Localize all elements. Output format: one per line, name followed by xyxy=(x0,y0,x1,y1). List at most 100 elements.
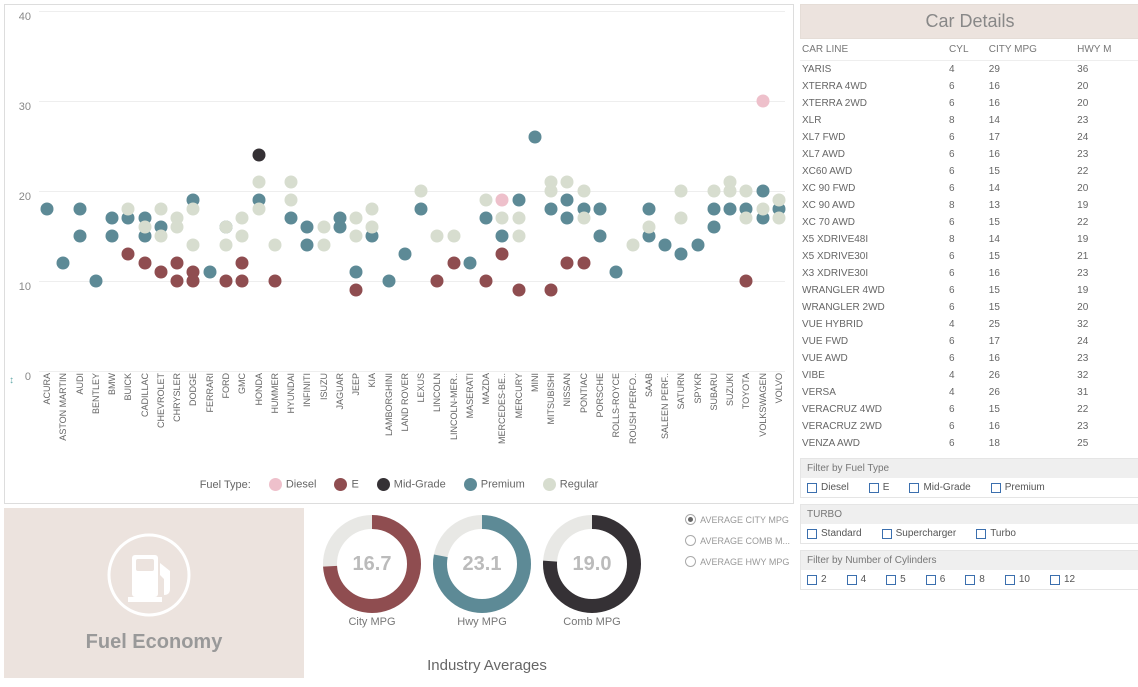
table-row[interactable]: VERACRUZ 4WD61522 xyxy=(800,401,1138,418)
table-row[interactable]: VUE AWD61623 xyxy=(800,350,1138,367)
data-point[interactable] xyxy=(512,194,525,207)
table-row[interactable]: XC 90 AWD81319 xyxy=(800,197,1138,214)
metric-radio[interactable]: AVERAGE HWY MPG xyxy=(685,556,790,567)
data-point[interactable] xyxy=(707,185,720,198)
data-point[interactable] xyxy=(594,230,607,243)
data-point[interactable] xyxy=(220,221,233,234)
table-row[interactable]: XL7 AWD61623 xyxy=(800,146,1138,163)
data-point[interactable] xyxy=(285,212,298,225)
filter-checkbox[interactable]: 2 xyxy=(807,574,827,585)
table-row[interactable]: XTERRA 2WD61620 xyxy=(800,95,1138,112)
data-point[interactable] xyxy=(756,203,769,216)
data-point[interactable] xyxy=(415,185,428,198)
data-point[interactable] xyxy=(220,239,233,252)
data-point[interactable] xyxy=(57,257,70,270)
data-point[interactable] xyxy=(496,230,509,243)
filter-cylinders[interactable]: Filter by Number of Cylinders 245681012 xyxy=(800,550,1138,590)
car-details-table[interactable]: CAR LINECYLCITY MPGHWY M YARIS42936XTERR… xyxy=(800,39,1138,452)
column-header[interactable]: CAR LINE xyxy=(800,39,947,61)
data-point[interactable] xyxy=(236,212,249,225)
table-row[interactable]: VERACRUZ 2WD61623 xyxy=(800,418,1138,435)
data-point[interactable] xyxy=(333,221,346,234)
table-row[interactable]: VIBE42632 xyxy=(800,367,1138,384)
data-point[interactable] xyxy=(220,275,233,288)
filter-checkbox[interactable]: Mid-Grade xyxy=(909,482,970,493)
filter-checkbox[interactable]: Turbo xyxy=(976,528,1016,539)
data-point[interactable] xyxy=(203,266,216,279)
data-point[interactable] xyxy=(415,203,428,216)
data-point[interactable] xyxy=(561,194,574,207)
data-point[interactable] xyxy=(675,212,688,225)
data-point[interactable] xyxy=(594,203,607,216)
data-point[interactable] xyxy=(496,194,509,207)
data-point[interactable] xyxy=(496,212,509,225)
data-point[interactable] xyxy=(610,266,623,279)
table-row[interactable]: XC 70 AWD61522 xyxy=(800,214,1138,231)
data-point[interactable] xyxy=(577,212,590,225)
column-header[interactable]: CYL xyxy=(947,39,987,61)
data-point[interactable] xyxy=(187,203,200,216)
filter-fuel-type[interactable]: Filter by Fuel Type DieselEMid-GradePrem… xyxy=(800,458,1138,498)
data-point[interactable] xyxy=(756,95,769,108)
table-row[interactable]: VERSA42631 xyxy=(800,384,1138,401)
data-point[interactable] xyxy=(89,275,102,288)
data-point[interactable] xyxy=(236,230,249,243)
filter-checkbox[interactable]: E xyxy=(869,482,890,493)
data-point[interactable] xyxy=(154,266,167,279)
data-point[interactable] xyxy=(171,275,184,288)
data-point[interactable] xyxy=(252,176,265,189)
data-point[interactable] xyxy=(398,248,411,261)
column-header[interactable]: CITY MPG xyxy=(987,39,1075,61)
table-row[interactable]: VUE HYBRID42532 xyxy=(800,316,1138,333)
data-point[interactable] xyxy=(187,275,200,288)
data-point[interactable] xyxy=(187,239,200,252)
data-point[interactable] xyxy=(285,176,298,189)
table-row[interactable]: XTERRA 4WD61620 xyxy=(800,78,1138,95)
data-point[interactable] xyxy=(106,212,119,225)
data-point[interactable] xyxy=(463,257,476,270)
data-point[interactable] xyxy=(431,275,444,288)
table-row[interactable]: XL7 FWD61724 xyxy=(800,129,1138,146)
table-row[interactable]: X3 XDRIVE30I61623 xyxy=(800,265,1138,282)
data-point[interactable] xyxy=(561,257,574,270)
table-row[interactable]: XLR81423 xyxy=(800,112,1138,129)
filter-checkbox[interactable]: Supercharger xyxy=(882,528,957,539)
data-point[interactable] xyxy=(252,149,265,162)
data-point[interactable] xyxy=(447,230,460,243)
data-point[interactable] xyxy=(366,221,379,234)
data-point[interactable] xyxy=(73,230,86,243)
filter-checkbox[interactable]: 8 xyxy=(965,574,985,585)
data-point[interactable] xyxy=(512,284,525,297)
data-point[interactable] xyxy=(659,239,672,252)
data-point[interactable] xyxy=(512,212,525,225)
data-point[interactable] xyxy=(154,203,167,216)
data-point[interactable] xyxy=(301,221,314,234)
data-point[interactable] xyxy=(171,257,184,270)
data-point[interactable] xyxy=(366,203,379,216)
data-point[interactable] xyxy=(480,212,493,225)
data-point[interactable] xyxy=(236,257,249,270)
data-point[interactable] xyxy=(561,176,574,189)
filter-checkbox[interactable]: 5 xyxy=(886,574,906,585)
data-point[interactable] xyxy=(268,275,281,288)
data-point[interactable] xyxy=(740,212,753,225)
table-row[interactable]: YARIS42936 xyxy=(800,61,1138,79)
data-point[interactable] xyxy=(480,275,493,288)
data-point[interactable] xyxy=(447,257,460,270)
data-point[interactable] xyxy=(545,203,558,216)
data-point[interactable] xyxy=(138,221,151,234)
data-point[interactable] xyxy=(740,185,753,198)
data-point[interactable] xyxy=(772,194,785,207)
data-point[interactable] xyxy=(252,203,265,216)
data-point[interactable] xyxy=(512,230,525,243)
data-point[interactable] xyxy=(577,185,590,198)
data-point[interactable] xyxy=(756,185,769,198)
data-point[interactable] xyxy=(724,203,737,216)
data-point[interactable] xyxy=(545,284,558,297)
data-point[interactable] xyxy=(772,212,785,225)
table-row[interactable]: WRANGLER 2WD61520 xyxy=(800,299,1138,316)
metric-radio[interactable]: AVERAGE CITY MPG xyxy=(685,514,790,525)
data-point[interactable] xyxy=(154,230,167,243)
data-point[interactable] xyxy=(707,221,720,234)
expand-icon[interactable]: ↕ xyxy=(9,375,14,386)
